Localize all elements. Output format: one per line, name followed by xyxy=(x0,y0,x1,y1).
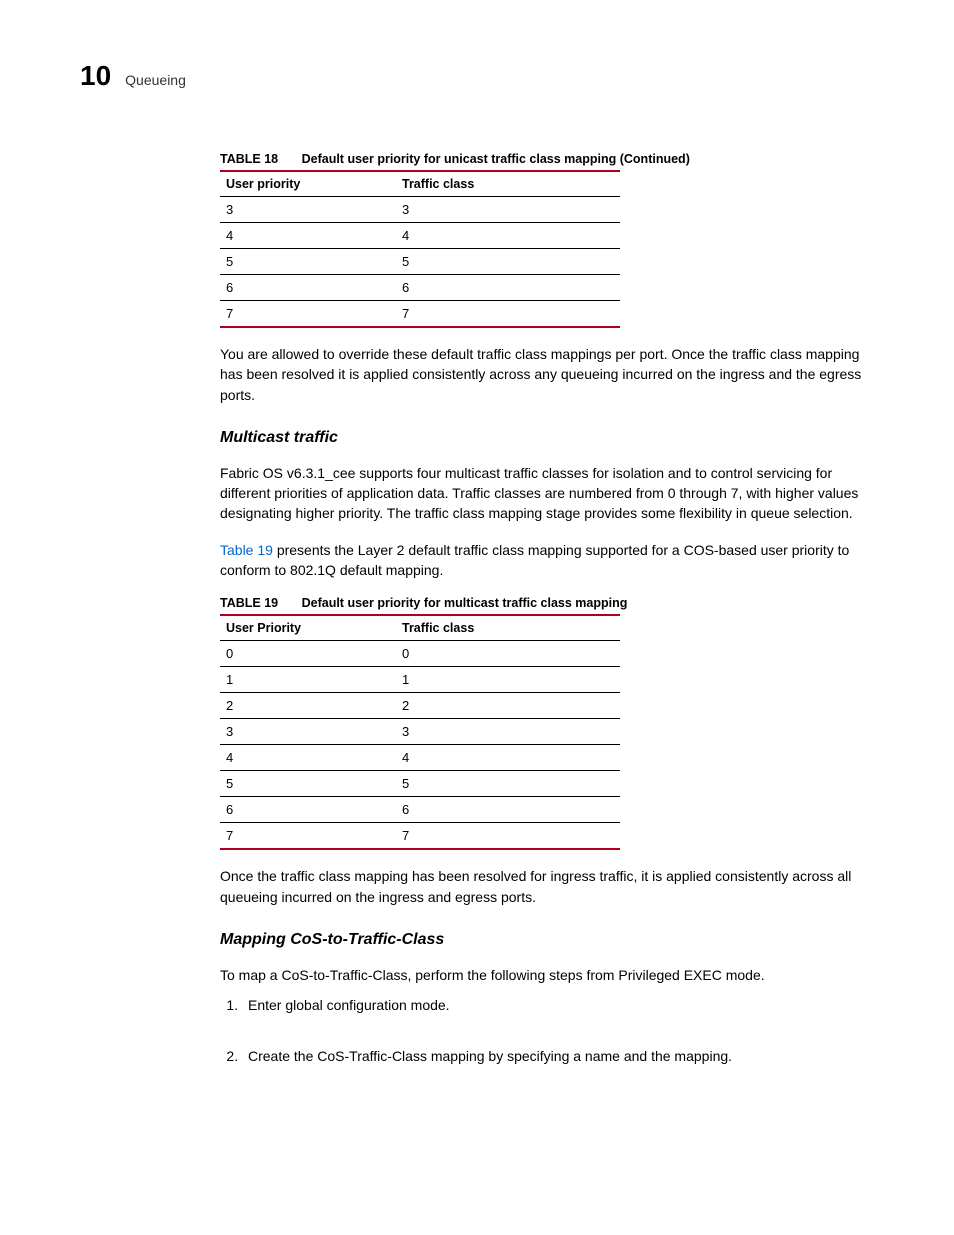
table-row: 77 xyxy=(220,823,620,850)
cell-class: 6 xyxy=(396,797,620,823)
table-row: 22 xyxy=(220,693,620,719)
multicast-paragraph: Fabric OS v6.3.1_cee supports four multi… xyxy=(220,463,884,524)
table19-header-col2: Traffic class xyxy=(396,615,620,641)
table-row: 55 xyxy=(220,771,620,797)
cell-class: 3 xyxy=(396,719,620,745)
table19-link[interactable]: Table 19 xyxy=(220,542,273,558)
cell-class: 0 xyxy=(396,641,620,667)
table-row: 00 xyxy=(220,641,620,667)
table19-intro-rest: presents the Layer 2 default traffic cla… xyxy=(220,542,849,578)
cell-priority: 4 xyxy=(220,745,396,771)
header-title: Queueing xyxy=(125,72,186,88)
cell-class: 5 xyxy=(396,249,620,275)
mapping-heading: Mapping CoS-to-Traffic-Class xyxy=(220,931,884,949)
cell-priority: 3 xyxy=(220,719,396,745)
multicast-heading: Multicast traffic xyxy=(220,429,884,447)
cell-priority: 4 xyxy=(220,223,396,249)
table18-label: TABLE 18 xyxy=(220,152,278,166)
table-row: 55 xyxy=(220,249,620,275)
cell-priority: 7 xyxy=(220,823,396,850)
table19-label: TABLE 19 xyxy=(220,596,278,610)
steps-list: Enter global configuration mode. Create … xyxy=(220,995,884,1066)
cell-priority: 6 xyxy=(220,275,396,301)
table-row: 11 xyxy=(220,667,620,693)
cell-class: 1 xyxy=(396,667,620,693)
content-area: TABLE 18 Default user priority for unica… xyxy=(220,152,884,1066)
cell-class: 5 xyxy=(396,771,620,797)
cell-priority: 3 xyxy=(220,197,396,223)
cell-class: 6 xyxy=(396,275,620,301)
table18-header-col2: Traffic class xyxy=(396,171,620,197)
table19-desc: Default user priority for multicast traf… xyxy=(302,596,628,610)
cell-class: 7 xyxy=(396,823,620,850)
table-row: 44 xyxy=(220,223,620,249)
mapping-intro-paragraph: To map a CoS-to-Traffic-Class, perform t… xyxy=(220,965,884,985)
table-row: 66 xyxy=(220,797,620,823)
cell-priority: 6 xyxy=(220,797,396,823)
table-row: 33 xyxy=(220,197,620,223)
cell-priority: 5 xyxy=(220,771,396,797)
table18: User priority Traffic class 3344556677 xyxy=(220,170,620,328)
page-header: 10 Queueing xyxy=(80,60,884,92)
table-row: 66 xyxy=(220,275,620,301)
cell-priority: 2 xyxy=(220,693,396,719)
table18-header-col1: User priority xyxy=(220,171,396,197)
paragraph-after-table19: Once the traffic class mapping has been … xyxy=(220,866,884,907)
cell-priority: 7 xyxy=(220,301,396,328)
cell-class: 4 xyxy=(396,745,620,771)
cell-priority: 5 xyxy=(220,249,396,275)
paragraph-after-table18: You are allowed to override these defaul… xyxy=(220,344,884,405)
table-row: 77 xyxy=(220,301,620,328)
table18-caption: TABLE 18 Default user priority for unica… xyxy=(220,152,884,166)
step-2: Create the CoS-Traffic-Class mapping by … xyxy=(242,1046,884,1066)
cell-class: 3 xyxy=(396,197,620,223)
step-1: Enter global configuration mode. xyxy=(242,995,884,1015)
table19-caption: TABLE 19 Default user priority for multi… xyxy=(220,596,884,610)
cell-class: 7 xyxy=(396,301,620,328)
cell-class: 4 xyxy=(396,223,620,249)
table18-desc: Default user priority for unicast traffi… xyxy=(302,152,690,166)
cell-priority: 0 xyxy=(220,641,396,667)
cell-class: 2 xyxy=(396,693,620,719)
table-row: 44 xyxy=(220,745,620,771)
cell-priority: 1 xyxy=(220,667,396,693)
table19-intro-paragraph: Table 19 presents the Layer 2 default tr… xyxy=(220,540,884,581)
table-row: 33 xyxy=(220,719,620,745)
chapter-number: 10 xyxy=(80,60,111,92)
table19: User Priority Traffic class 001122334455… xyxy=(220,614,620,850)
table19-header-col1: User Priority xyxy=(220,615,396,641)
